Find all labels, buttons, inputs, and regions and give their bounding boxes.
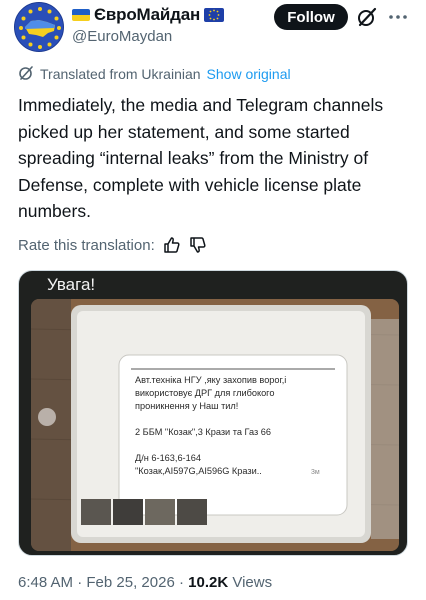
translation-notice: Translated from Ukrainian Show original: [18, 64, 291, 84]
ukraine-flag-icon: [72, 9, 90, 21]
avatar-logo-icon: [15, 3, 63, 51]
tweet-time[interactable]: 6:48 AM: [18, 574, 73, 591]
rate-translation: Rate this translation:: [18, 234, 207, 256]
translated-from-label: Translated from Ukrainian: [40, 66, 201, 82]
translate-icon: [18, 65, 34, 84]
document-text: Авт.техніка НГУ ,яку захопив ворог,і вик…: [121, 361, 343, 513]
doc-line: проникнення у Наш тил!: [135, 401, 239, 411]
views-label: Views: [232, 574, 273, 591]
media-photo[interactable]: Авт.техніка НГУ ,яку захопив ворог,і вик…: [31, 299, 399, 551]
tweet-media[interactable]: Увага! Авт.техніка НГУ ,яку захопив воро…: [18, 270, 408, 556]
eu-flag-icon: [204, 8, 225, 22]
follow-button[interactable]: Follow: [274, 4, 348, 30]
tweet-text: Immediately, the media and Telegram chan…: [18, 95, 384, 221]
display-name[interactable]: ЄвроМайдан: [94, 5, 200, 25]
doc-line: Д/н 6-163,6-164: [135, 453, 201, 463]
rate-translation-label: Rate this translation:: [18, 236, 155, 254]
meta-separator: ·: [178, 574, 184, 591]
doc-line: 2 ББМ "Козак",3 Крази та Газ 66: [135, 427, 271, 437]
show-original-link[interactable]: Show original: [207, 66, 291, 82]
doc-line: "Козак,АІ597G,АІ596G Крази..: [135, 466, 262, 476]
doc-line: використовує ДРГ для глибокого: [135, 388, 275, 398]
doc-timestamp: 3м: [311, 469, 320, 476]
doc-line: Авт.техніка НГУ ,яку захопив ворог,і: [135, 375, 287, 385]
avatar[interactable]: [14, 2, 64, 52]
tweet-header: ЄвроМайдан @EuroMaydan Follow: [0, 0, 426, 60]
more-icon[interactable]: [386, 6, 410, 28]
views-count: 10.2K: [188, 574, 229, 591]
name-row[interactable]: ЄвроМайдан: [72, 4, 225, 26]
tweet-date[interactable]: Feb 25, 2026: [86, 574, 174, 591]
account-handle[interactable]: @EuroMaydan: [72, 28, 172, 45]
thumbs-down-icon[interactable]: [189, 236, 207, 254]
tweet-meta: 6:48 AM · Feb 25, 2026 · 10.2K Views: [18, 574, 272, 591]
thumbs-up-icon[interactable]: [163, 236, 181, 254]
meta-separator: ·: [77, 574, 83, 591]
media-caption-title: Увага!: [47, 275, 96, 294]
grok-icon[interactable]: [356, 6, 378, 28]
